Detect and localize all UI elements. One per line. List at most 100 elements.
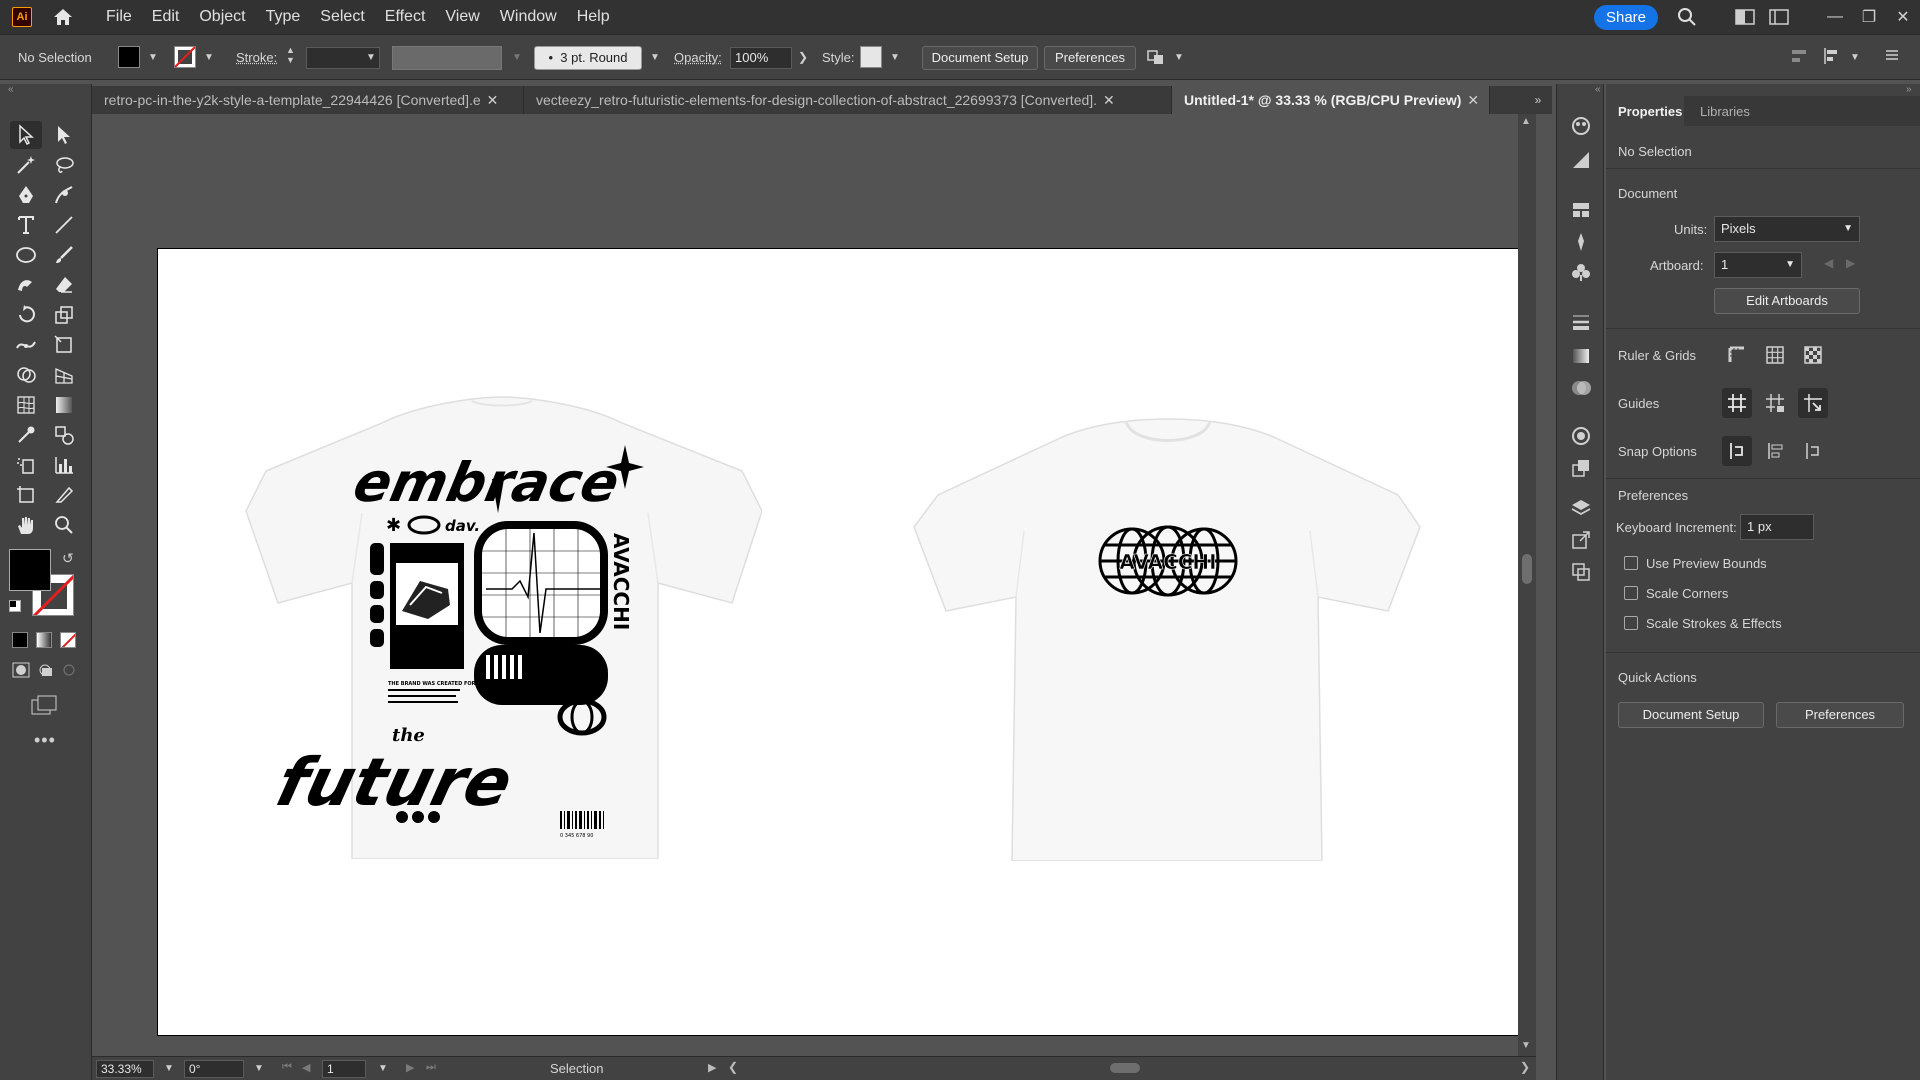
eyedropper-tool-icon[interactable] xyxy=(10,421,42,449)
magic-wand-tool-icon[interactable] xyxy=(10,151,42,179)
fill-front-swatch[interactable] xyxy=(9,549,51,591)
tab-libraries[interactable]: Libraries xyxy=(1700,104,1750,119)
artboard-number-field[interactable]: 1 xyxy=(322,1060,366,1078)
tshirt-front-mockup[interactable]: AVACCHI xyxy=(908,411,1428,861)
zoom-field[interactable]: 33.33% xyxy=(96,1060,154,1078)
arrange-icon[interactable] xyxy=(1146,47,1166,67)
artboard-nav-next-icon[interactable]: ▶ xyxy=(406,1061,414,1074)
lasso-tool-icon[interactable] xyxy=(48,151,80,179)
blend-tool-icon[interactable] xyxy=(48,421,80,449)
paintbrush-tool-icon[interactable] xyxy=(48,241,80,269)
tab-untitled-1[interactable]: Untitled-1* @ 33.33 % (RGB/CPU Preview) ✕ xyxy=(1172,86,1490,114)
column-graph-tool-icon[interactable] xyxy=(48,451,80,479)
tab-retro-pc[interactable]: retro-pc-in-the-y2k-style-a-template_229… xyxy=(92,86,524,114)
scroll-up-icon[interactable]: ▲ xyxy=(1521,116,1531,127)
scale-strokes-checkbox[interactable] xyxy=(1624,616,1638,630)
slice-tool-icon[interactable] xyxy=(48,481,80,509)
hand-tool-icon[interactable] xyxy=(10,511,42,539)
color-guide-icon[interactable] xyxy=(1569,148,1593,172)
artboard-next-icon[interactable]: ▶ xyxy=(1846,256,1855,270)
document-setup-button[interactable]: Document Setup xyxy=(922,46,1038,70)
gradient-mode-icon[interactable] xyxy=(36,632,52,648)
export-panel-icon[interactable] xyxy=(1569,528,1593,552)
draw-inside-icon[interactable] xyxy=(60,662,78,678)
type-tool-icon[interactable] xyxy=(10,211,42,239)
menu-effect[interactable]: Effect xyxy=(375,0,436,34)
lock-guides-icon[interactable] xyxy=(1760,388,1790,418)
snap-to-glyph-icon[interactable] xyxy=(1798,436,1828,466)
home-icon[interactable] xyxy=(50,4,76,30)
profile-chevron-icon[interactable]: ▼ xyxy=(512,52,522,63)
draw-normal-icon[interactable] xyxy=(12,662,30,678)
fill-swatch[interactable] xyxy=(118,46,140,68)
graphic-styles-panel-icon[interactable] xyxy=(1569,456,1593,480)
pen-tool-icon[interactable] xyxy=(10,181,42,209)
fill-chevron-icon[interactable]: ▼ xyxy=(148,52,158,63)
direct-selection-tool-icon[interactable] xyxy=(48,121,80,149)
mesh-tool-icon[interactable] xyxy=(10,391,42,419)
artboard-tool-icon[interactable] xyxy=(10,481,42,509)
minimize-icon[interactable]: — xyxy=(1818,4,1852,30)
collapse-strip-icon[interactable]: « xyxy=(1595,84,1601,95)
line-tool-icon[interactable] xyxy=(48,211,80,239)
vertical-scroll-thumb[interactable] xyxy=(1522,554,1532,584)
swap-colors-icon[interactable]: ↺ xyxy=(62,550,74,567)
tshirt-back-mockup[interactable]: embrace ✱ dav. AVACCHI THE BRAND WAS CRE… xyxy=(242,393,762,859)
rulers-icon[interactable] xyxy=(1722,340,1752,370)
panel-menu-icon[interactable] xyxy=(1884,47,1900,63)
snap-to-point-icon[interactable] xyxy=(1722,436,1752,466)
edit-toolbar-icon[interactable]: ••• xyxy=(34,730,56,751)
artboard-dropdown[interactable]: 1 ▼ xyxy=(1714,252,1802,278)
scale-corners-checkbox[interactable] xyxy=(1624,586,1638,600)
canvas-area[interactable]: embrace ✱ dav. AVACCHI THE BRAND WAS CRE… xyxy=(92,114,1536,1056)
artboard-prev-icon[interactable]: ◀ xyxy=(1824,256,1833,270)
screen-mode-icon[interactable] xyxy=(30,694,58,716)
gradient-tool-icon[interactable] xyxy=(48,391,80,419)
close-icon[interactable]: ✕ xyxy=(1886,4,1920,30)
shaper-tool-icon[interactable] xyxy=(10,271,42,299)
artboard-nav-last-icon[interactable]: ⏭ xyxy=(426,1061,436,1074)
tab-close-icon[interactable]: ✕ xyxy=(1467,86,1479,114)
variable-width-profile[interactable] xyxy=(392,46,502,70)
edit-artboards-button[interactable]: Edit Artboards xyxy=(1714,288,1860,314)
free-transform-tool-icon[interactable] xyxy=(48,331,80,359)
preferences-button[interactable]: Preferences xyxy=(1044,46,1136,70)
grid-icon[interactable] xyxy=(1760,340,1790,370)
horizontal-scroll-thumb[interactable] xyxy=(1110,1063,1140,1073)
menu-edit[interactable]: Edit xyxy=(142,0,190,34)
share-button[interactable]: Share xyxy=(1593,4,1658,30)
artboard[interactable]: embrace ✱ dav. AVACCHI THE BRAND WAS CRE… xyxy=(157,248,1535,1036)
menu-file[interactable]: File xyxy=(96,0,142,34)
scale-tool-icon[interactable] xyxy=(48,301,80,329)
color-panel-icon[interactable] xyxy=(1569,114,1593,138)
color-mode-icon[interactable] xyxy=(12,632,28,648)
artboard-chevron-icon[interactable]: ▼ xyxy=(378,1063,388,1074)
workspace-icon[interactable] xyxy=(1762,0,1796,34)
vertical-scrollbar[interactable]: ▲ ▼ xyxy=(1518,114,1536,1056)
opacity-arrow-icon[interactable]: ❯ xyxy=(798,50,808,64)
shape-builder-tool-icon[interactable] xyxy=(10,361,42,389)
tab-overflow-icon[interactable]: » xyxy=(1524,86,1552,114)
artboard-nav-prev-icon[interactable]: ◀ xyxy=(302,1061,310,1074)
restore-icon[interactable]: ❐ xyxy=(1852,4,1886,30)
menu-window[interactable]: Window xyxy=(490,0,567,34)
perspective-grid-tool-icon[interactable] xyxy=(48,361,80,389)
quick-preferences-button[interactable]: Preferences xyxy=(1776,702,1904,728)
eraser-tool-icon[interactable] xyxy=(48,271,80,299)
tab-vecteezy[interactable]: vecteezy_retro-futuristic-elements-for-d… xyxy=(524,86,1172,114)
layers-panel-icon[interactable] xyxy=(1569,496,1593,520)
tab-close-icon[interactable]: ✕ xyxy=(1103,86,1115,114)
arrange-chevron-icon[interactable]: ▼ xyxy=(1174,52,1184,63)
draw-behind-icon[interactable] xyxy=(36,662,54,678)
brush-definition[interactable]: • 3 pt. Round xyxy=(534,46,642,70)
transparency-panel-icon[interactable] xyxy=(1569,376,1593,400)
snap-align-icon[interactable] xyxy=(1822,47,1842,65)
stroke-weight-stepper[interactable]: ▲ ▼ xyxy=(286,45,295,65)
use-preview-bounds-checkbox[interactable] xyxy=(1624,556,1638,570)
swatches-panel-icon[interactable] xyxy=(1569,198,1593,222)
arrange-documents-icon[interactable] xyxy=(1728,0,1762,34)
scroll-left-icon[interactable]: ❮ xyxy=(728,1060,738,1074)
zoom-tool-icon[interactable] xyxy=(48,511,80,539)
symbol-sprayer-tool-icon[interactable] xyxy=(10,451,42,479)
default-colors-icon[interactable] xyxy=(9,600,21,612)
